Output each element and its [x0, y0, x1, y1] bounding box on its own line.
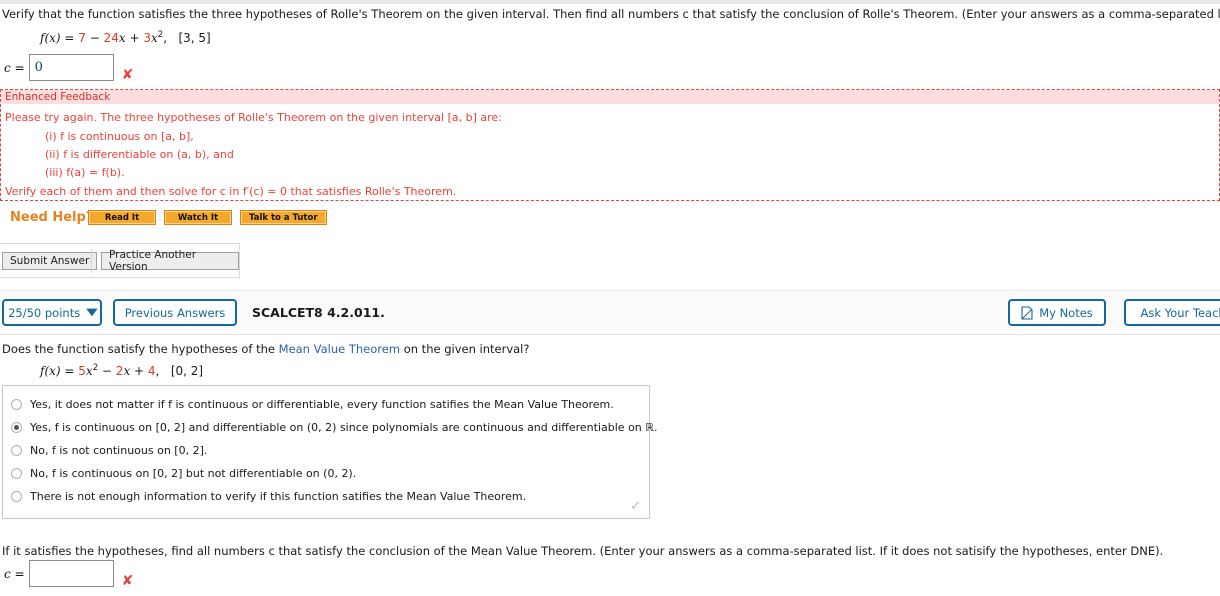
practice-another-version-button[interactable]: Practice Another Version: [101, 249, 239, 273]
formula2-op1: −: [98, 364, 116, 378]
read-it-button[interactable]: Read It: [88, 210, 156, 225]
question1-answer-label: c =: [4, 60, 25, 75]
question2-formula: f(x) = 5x2 − 2x + 4, [0, 2]: [40, 363, 203, 378]
submit-answer-button[interactable]: Submit Answer: [2, 252, 98, 270]
option-row-2[interactable]: Yes, f is continuous on [0, 2] and diffe…: [11, 421, 657, 434]
enhanced-feedback-panel: Enhanced Feedback Please try again. The …: [0, 89, 1220, 201]
option-row-4[interactable]: No, f is continuous on [0, 2] but not di…: [11, 467, 356, 480]
question1-answer-input[interactable]: [28, 54, 114, 81]
chevron-down-icon: ▼: [86, 307, 98, 318]
formula2-x1: x: [85, 364, 93, 378]
feedback-line-1: Please try again. The three hypotheses o…: [5, 111, 502, 124]
option-row-3[interactable]: No, f is not continuous on [0, 2].: [11, 444, 207, 457]
ask-your-teacher-button[interactable]: Ask Your Teacher: [1124, 299, 1220, 326]
question2-prompt-after: on the given interval?: [400, 342, 530, 356]
radio-icon-2[interactable]: [11, 422, 22, 433]
question2-options-box: Yes, it does not matter if f is continuo…: [2, 385, 657, 519]
page-root: Verify that the function satisfies the t…: [0, 0, 1220, 596]
enhanced-feedback-header: Enhanced Feedback: [1, 90, 1219, 104]
formula1-fx: f(x): [40, 31, 61, 45]
formula2-eq: =: [60, 364, 79, 378]
question2-answer-input[interactable]: [28, 560, 114, 587]
formula2-fx: f(x): [40, 364, 61, 378]
feedback-line-5: Verify each of them and then solve for c…: [5, 185, 457, 198]
option-label-1: Yes, it does not matter if f is continuo…: [30, 398, 614, 411]
feedback-line-4: (iii) f(a) = f(b).: [45, 166, 125, 179]
points-label: 25/50 points: [8, 305, 81, 320]
x-mark-icon-2: ✘: [121, 573, 134, 589]
radio-icon-4[interactable]: [11, 468, 22, 479]
formula2-term1: 5: [78, 364, 86, 378]
question2-answer-label: c =: [4, 566, 25, 581]
mean-value-theorem-link[interactable]: Mean Value Theorem: [279, 342, 400, 356]
my-notes-button[interactable]: My Notes: [1008, 299, 1106, 326]
formula1-op2: +: [125, 31, 144, 45]
formula1-interval: [3, 5]: [178, 31, 211, 45]
talk-to-tutor-button[interactable]: Talk to a Tutor: [240, 210, 327, 225]
question2-prompt-before: Does the function satisfy the hypotheses…: [2, 342, 279, 356]
problem-id: SCALCET8 4.2.011.: [252, 305, 385, 320]
top-strip: [0, 0, 1220, 4]
my-notes-label: My Notes: [1039, 305, 1093, 320]
formula2-op2: +: [130, 364, 148, 378]
formula1-term2: 24: [103, 31, 119, 45]
help-buttons-group: Read It Watch It Talk to a Tutor: [88, 210, 327, 225]
checkmark-icon: ✓: [630, 499, 641, 514]
formula1-op1: −: [85, 31, 104, 45]
formula1-term3: 3: [143, 31, 151, 45]
formula1-x2: x: [150, 31, 158, 45]
radio-icon-3[interactable]: [11, 445, 22, 456]
submit-bar: Submit Answer Practice Another Version: [0, 244, 240, 278]
x-mark-icon: ✘: [121, 67, 134, 83]
question2-tail-prompt: If it satisfies the hypotheses, find all…: [2, 544, 1164, 558]
formula1-comma: ,: [163, 31, 168, 45]
points-dropdown[interactable]: 25/50 points ▼: [2, 299, 102, 326]
need-help-label: Need Help?: [10, 210, 94, 225]
feedback-line-3: (ii) f is differentiable on (a, b), and: [45, 148, 234, 161]
note-page-icon: [1021, 305, 1033, 320]
option-label-2: Yes, f is continuous on [0, 2] and diffe…: [30, 421, 658, 434]
enhanced-feedback-title: Enhanced Feedback: [5, 91, 111, 103]
option-label-5: There is not enough information to verif…: [30, 490, 527, 503]
question1-answer-row: c = ✘: [4, 54, 134, 83]
option-label-3: No, f is not continuous on [0, 2].: [30, 444, 208, 457]
watch-it-button[interactable]: Watch It: [164, 210, 232, 225]
radio-icon-5[interactable]: [11, 491, 22, 502]
question1-formula: f(x) = 7 − 24x + 3x2, [3, 5]: [40, 30, 211, 45]
previous-answers-button[interactable]: Previous Answers: [113, 299, 237, 326]
formula1-eq: =: [60, 31, 79, 45]
radio-icon-1[interactable]: [11, 399, 22, 410]
formula2-interval: [0, 2]: [170, 364, 204, 378]
option-row-1[interactable]: Yes, it does not matter if f is continuo…: [11, 398, 614, 411]
formula2-term3: 4: [147, 364, 156, 378]
question2-prompt: Does the function satisfy the hypotheses…: [2, 342, 529, 356]
submit-bar-divider: [91, 249, 92, 273]
formula1-x1: x: [118, 31, 126, 45]
question1-prompt: Verify that the function satisfies the t…: [2, 7, 1220, 21]
formula2-comma: ,: [155, 364, 160, 378]
feedback-line-2: (i) f is continuous on [a, b],: [45, 130, 194, 143]
formula1-term1: 7: [78, 31, 86, 45]
option-row-5[interactable]: There is not enough information to verif…: [11, 490, 526, 503]
question2-answer-row: c = ✘: [4, 560, 134, 589]
option-label-4: No, f is continuous on [0, 2] but not di…: [30, 467, 357, 480]
